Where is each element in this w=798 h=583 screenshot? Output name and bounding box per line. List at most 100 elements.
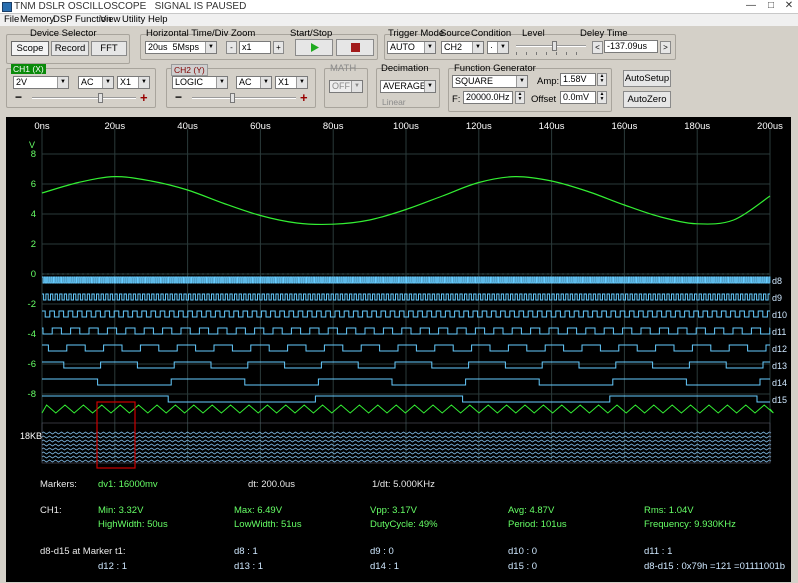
autozero-button[interactable]: AutoZero [623,91,671,108]
trigger-condition-select[interactable]: · ▼ [487,41,509,54]
trigger-level-slider[interactable] [516,41,586,55]
stat-high-width: HighWidth: 50us [98,519,168,530]
marker-dv: dv1: 16000mv [98,479,158,490]
digital-label-d14: d14 [772,378,787,388]
ch2-minus-button[interactable]: − [175,90,182,104]
y-tick-label: 0 [31,269,36,280]
chevron-down-icon: ▼ [138,77,149,88]
ch1-plus-button[interactable]: + [140,90,148,105]
slider-thumb[interactable] [98,93,103,103]
stat-rms: Rms: 1.04V [644,505,694,516]
start-stop-label: Start/Stop [290,28,333,39]
trigger-mode-select[interactable]: AUTO ▼ [387,41,436,54]
delay-time-field[interactable]: -137.09us [604,40,658,53]
digital-label-d12: d12 [772,344,787,354]
y-tick-label: -4 [28,329,36,340]
sample-rate-value: 5Msps [172,42,200,52]
ch2-tag: CH2 (Y) [171,64,208,76]
ch1-offset-slider[interactable] [32,93,136,103]
freq-spinner[interactable]: ▲ ▼ [515,91,525,104]
window-title: TNM DSLR OSCILLOSCOPE SIGNAL IS PAUSED [14,1,246,12]
x-tick-label: 0ns [34,121,50,132]
ch2-volts-value: LOGIC [175,77,204,87]
time-div-select[interactable]: 20us 5Msps ▼ [145,41,217,54]
marker-dt: dt: 200.0us [248,479,296,490]
offset-spinner[interactable]: ▲ ▼ [597,91,607,104]
play-icon [311,43,319,52]
trigger-source-label: Source [440,28,471,39]
start-button[interactable] [295,39,333,56]
x-tick-label: 200us [757,121,783,132]
ch1-probe-value: X1 [120,77,132,87]
trigger-condition-value: · [490,42,493,52]
menu-bar: File Memory DSP Function View Utility He… [0,14,798,26]
digital-label-d15: d15 [772,395,787,405]
ch1-probe-select[interactable]: X1 ▼ [117,76,150,89]
y-tick-label: -8 [28,389,36,400]
y-tick-label: 4 [31,209,36,220]
slider-thumb[interactable] [552,41,557,51]
ch2-coupling-select[interactable]: AC ▼ [236,76,272,89]
ch1-volts-select[interactable]: 2V ▼ [13,76,69,89]
ch2-probe-select[interactable]: X1 ▼ [275,76,308,89]
delay-prev-button[interactable]: < [592,41,603,54]
close-button[interactable]: ✕ [778,0,798,13]
slider-thumb[interactable] [230,93,235,103]
digital-marker-label: d8-d15 at Marker t1: [40,546,126,557]
freq-field[interactable]: 20000.0Hz [463,91,513,104]
ch2-trace [41,404,774,414]
linear-label: Linear [382,97,406,107]
status-text: SIGNAL IS PAUSED [154,1,247,12]
ch1-minus-button[interactable]: − [15,90,22,104]
ch2-coupling-value: AC [239,77,252,87]
chevron-down-icon: ▼ [57,77,68,88]
scope-button[interactable]: Scope [11,41,49,56]
scope-display[interactable]: 0ns 20us 40us 60us 80us 100us 120us 140us 160us 1… [6,117,791,582]
x-tick-label: 140us [539,121,565,132]
chevron-down-icon: ▼ [351,81,362,92]
stop-icon [351,43,360,52]
digital-d9: d9 : 0 [370,546,394,557]
fft-button[interactable]: FFT [91,41,127,56]
ch2-volts-select[interactable]: LOGIC ▼ [172,76,228,89]
waveform-select[interactable]: SQUARE ▼ [452,75,528,88]
delay-time-label: Deley Time [580,28,628,39]
slider-track [516,45,586,47]
stat-vpp: Vpp: 3.17V [370,505,418,516]
math-select[interactable]: OFF ▼ [329,80,363,93]
x-tick-label: 60us [250,121,271,132]
digital-label-d9: d9 [772,293,782,303]
trigger-source-select[interactable]: CH2 ▼ [441,41,484,54]
zoom-out-button[interactable]: - [226,41,237,54]
digital-label-d10: d10 [772,310,787,320]
math-value: OFF [332,81,350,91]
record-button[interactable]: Record [51,41,89,56]
menu-view[interactable]: View [100,14,120,26]
menu-file[interactable]: File [4,14,19,26]
zoom-in-button[interactable]: + [273,41,284,54]
chevron-down-icon: ▼ [599,78,605,84]
x-tick-label: 100us [393,121,419,132]
offset-field[interactable]: 0.0mV [560,91,596,104]
amp-field[interactable]: 1.58V [560,73,596,86]
slider-track [192,97,296,99]
chevron-down-icon: ▼ [205,42,216,53]
minimize-button[interactable]: — [740,0,762,13]
stop-button[interactable] [336,39,374,56]
ch1-coupling-select[interactable]: AC ▼ [78,76,114,89]
y-tick-label: 8 [31,149,36,160]
decimation-select[interactable]: AVERAGE ▼ [380,80,436,93]
slider-track [32,97,136,99]
menu-help[interactable]: Help [148,14,168,26]
time-div-value: 20us [148,42,168,52]
ch2-plus-button[interactable]: + [300,90,308,105]
digital-trace-d8 [42,276,771,284]
zoom-field[interactable]: x1 [239,41,271,54]
ch2-offset-slider[interactable] [192,93,296,103]
menu-memory[interactable]: Memory [20,14,54,26]
amp-spinner[interactable]: ▲ ▼ [597,73,607,86]
autosetup-button[interactable]: AutoSetup [623,70,671,87]
menu-utility[interactable]: Utility [122,14,145,26]
digital-d11: d11 : 1 [644,546,673,557]
delay-next-button[interactable]: > [660,41,671,54]
